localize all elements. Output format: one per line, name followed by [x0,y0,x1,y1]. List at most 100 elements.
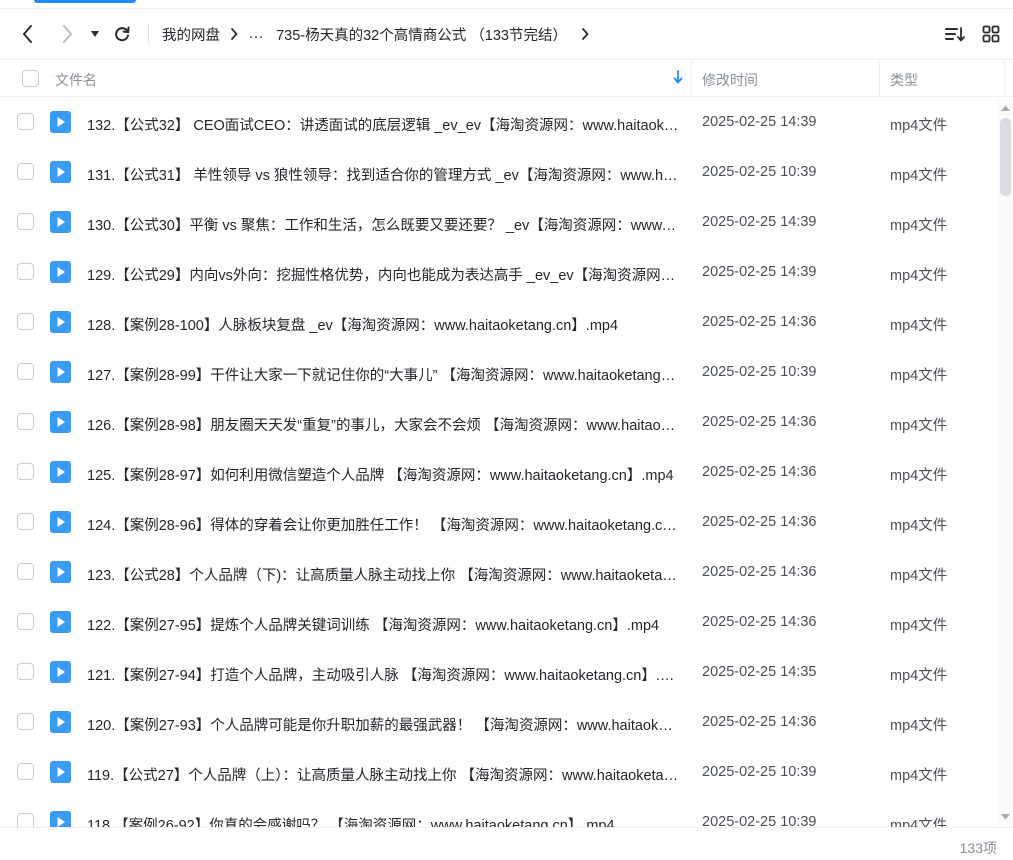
file-list: 132.【公式32】 CEO面试CEO：讲透面试的底层逻辑 _ev_ev【海淘资… [0,98,998,827]
file-name[interactable]: 128.【案例28-100】人脉板块复盘 _ev【海淘资源网：www.haita… [87,314,679,335]
row-checkbox[interactable] [17,763,34,780]
file-type: mp4文件 [890,518,948,534]
refresh-icon [115,26,130,42]
file-name[interactable]: 120.【案例27-93】个人品牌可能是你升职加薪的最强武器！ 【海淘资源网：w… [87,714,679,735]
file-name[interactable]: 121.【案例27-94】打造个人品牌，主动吸引人脉 【海淘资源网：www.ha… [87,664,679,685]
file-type: mp4文件 [890,218,948,234]
row-checkbox[interactable] [17,413,34,430]
file-type: mp4文件 [890,668,948,684]
row-checkbox[interactable] [17,263,34,280]
file-modified-time: 2025-02-25 10:39 [702,364,817,380]
column-header-type[interactable]: 类型 [890,70,918,90]
chevron-right-icon [63,25,72,43]
row-checkbox[interactable] [17,363,34,380]
file-modified-time: 2025-02-25 14:36 [702,314,817,330]
file-modified-time: 2025-02-25 14:39 [702,114,817,130]
row-checkbox[interactable] [17,813,34,827]
column-divider[interactable] [1004,60,1005,97]
file-type: mp4文件 [890,768,948,784]
table-row[interactable]: 129.【公式29】内向vs外向：挖掘性格优势，内向也能成为表达高手 _ev_e… [0,248,998,298]
file-name[interactable]: 125.【案例28-97】如何利用微信塑造个人品牌 【海淘资源网：www.hai… [87,464,679,485]
row-checkbox[interactable] [17,663,34,680]
file-modified-time: 2025-02-25 10:39 [702,164,817,180]
video-file-icon [50,411,71,433]
sort-button[interactable] [941,20,969,48]
table-row[interactable]: 121.【案例27-94】打造个人品牌，主动吸引人脉 【海淘资源网：www.ha… [0,648,998,698]
file-modified-time: 2025-02-25 14:36 [702,414,817,430]
refresh-button[interactable] [108,20,136,48]
column-divider[interactable] [879,60,880,97]
file-type: mp4文件 [890,468,948,484]
column-header-time[interactable]: 修改时间 [702,70,758,90]
row-checkbox[interactable] [17,513,34,530]
video-file-icon [50,361,71,383]
row-checkbox[interactable] [17,613,34,630]
row-checkbox[interactable] [17,113,34,130]
file-type: mp4文件 [890,618,948,634]
file-name[interactable]: 123.【公式28】个人品牌（下)：让高质量人脉主动找上你 【海淘资源网：www… [87,564,679,585]
table-row[interactable]: 119.【公式27】个人品牌（上）：让高质量人脉主动找上你 【海淘资源网：www… [0,748,998,798]
row-checkbox[interactable] [17,213,34,230]
forward-button[interactable] [53,20,81,48]
video-file-icon [50,661,71,683]
file-type: mp4文件 [890,268,948,284]
select-all-checkbox[interactable] [22,70,39,87]
table-row[interactable]: 125.【案例28-97】如何利用微信塑造个人品牌 【海淘资源网：www.hai… [0,448,998,498]
breadcrumb-root[interactable]: 我的网盘 [162,24,220,45]
breadcrumb-current[interactable]: 735-杨天真的32个高情商公式 （133节完结） [276,24,567,45]
chevron-right-icon[interactable] [581,28,589,40]
file-name[interactable]: 126.【案例28-98】朋友圈天天发“重复”的事儿，大家会不会烦 【海淘资源网… [87,414,679,435]
file-name[interactable]: 132.【公式32】 CEO面试CEO：讲透面试的底层逻辑 _ev_ev【海淘资… [87,114,679,135]
history-dropdown-button[interactable] [84,20,106,48]
file-name[interactable]: 119.【公式27】个人品牌（上）：让高质量人脉主动找上你 【海淘资源网：www… [87,764,679,785]
file-modified-time: 2025-02-25 14:36 [702,464,817,480]
row-checkbox[interactable] [17,463,34,480]
file-modified-time: 2025-02-25 14:39 [702,214,817,230]
file-name[interactable]: 124.【案例28-96】得体的穿着会让你更加胜任工作！ 【海淘资源网：www.… [87,514,679,535]
file-modified-time: 2025-02-25 14:36 [702,614,817,630]
file-name[interactable]: 118.【案例26-92】你真的会感谢吗？ 【海淘资源网：www.haitaok… [87,814,679,827]
nav-divider [148,24,149,44]
video-file-icon [50,561,71,583]
table-row[interactable]: 118.【案例26-92】你真的会感谢吗？ 【海淘资源网：www.haitaok… [0,798,998,827]
video-file-icon [50,761,71,783]
table-row[interactable]: 120.【案例27-93】个人品牌可能是你升职加薪的最强武器！ 【海淘资源网：w… [0,698,998,748]
video-file-icon [50,111,71,133]
table-row[interactable]: 132.【公式32】 CEO面试CEO：讲透面试的底层逻辑 _ev_ev【海淘资… [0,98,998,148]
video-file-icon [50,711,71,733]
table-row[interactable]: 131.【公式31】 羊性领导 vs 狼性领导：找到适合你的管理方式 _ev【海… [0,148,998,198]
table-row[interactable]: 128.【案例28-100】人脉板块复盘 _ev【海淘资源网：www.haita… [0,298,998,348]
row-checkbox[interactable] [17,313,34,330]
sort-list-icon [945,27,965,42]
table-row[interactable]: 123.【公式28】个人品牌（下)：让高质量人脉主动找上你 【海淘资源网：www… [0,548,998,598]
sort-descending-icon[interactable] [672,69,684,88]
table-row[interactable]: 130.【公式30】平衡 vs 聚焦：工作和生活，怎么既要又要还要？ _ev【海… [0,198,998,248]
grid-view-button[interactable] [977,20,1005,48]
column-header-name[interactable]: 文件名 [55,70,97,90]
scrollbar-thumb[interactable] [1000,118,1011,196]
table-row[interactable]: 126.【案例28-98】朋友圈天天发“重复”的事儿，大家会不会烦 【海淘资源网… [0,398,998,448]
grid-view-icon [982,25,1000,43]
vertical-scrollbar[interactable] [998,100,1013,827]
breadcrumb-ellipsis[interactable]: ... [249,26,264,42]
file-type: mp4文件 [890,418,948,434]
file-name[interactable]: 129.【公式29】内向vs外向：挖掘性格优势，内向也能成为表达高手 _ev_e… [87,264,679,285]
table-row[interactable]: 124.【案例28-96】得体的穿着会让你更加胜任工作！ 【海淘资源网：www.… [0,498,998,548]
table-row[interactable]: 127.【案例28-99】干件让大家一下就记住你的“大事儿” 【海淘资源网：ww… [0,348,998,398]
file-name[interactable]: 130.【公式30】平衡 vs 聚焦：工作和生活，怎么既要又要还要？ _ev【海… [87,214,679,235]
file-type: mp4文件 [890,718,948,734]
row-checkbox[interactable] [17,713,34,730]
back-button[interactable] [14,20,42,48]
file-name[interactable]: 122.【案例27-95】提炼个人品牌关键词训练 【海淘资源网：www.hait… [87,614,679,635]
column-divider[interactable] [691,60,692,97]
file-name[interactable]: 131.【公式31】 羊性领导 vs 狼性领导：找到适合你的管理方式 _ev【海… [87,164,679,185]
table-row[interactable]: 122.【案例27-95】提炼个人品牌关键词训练 【海淘资源网：www.hait… [0,598,998,648]
file-type: mp4文件 [890,168,948,184]
video-file-icon [50,311,71,333]
video-file-icon [50,811,71,827]
row-checkbox[interactable] [17,163,34,180]
scroll-down-icon[interactable] [1000,813,1011,821]
file-name[interactable]: 127.【案例28-99】干件让大家一下就记住你的“大事儿” 【海淘资源网：ww… [87,364,679,385]
row-checkbox[interactable] [17,563,34,580]
scroll-up-icon[interactable] [1000,104,1011,112]
